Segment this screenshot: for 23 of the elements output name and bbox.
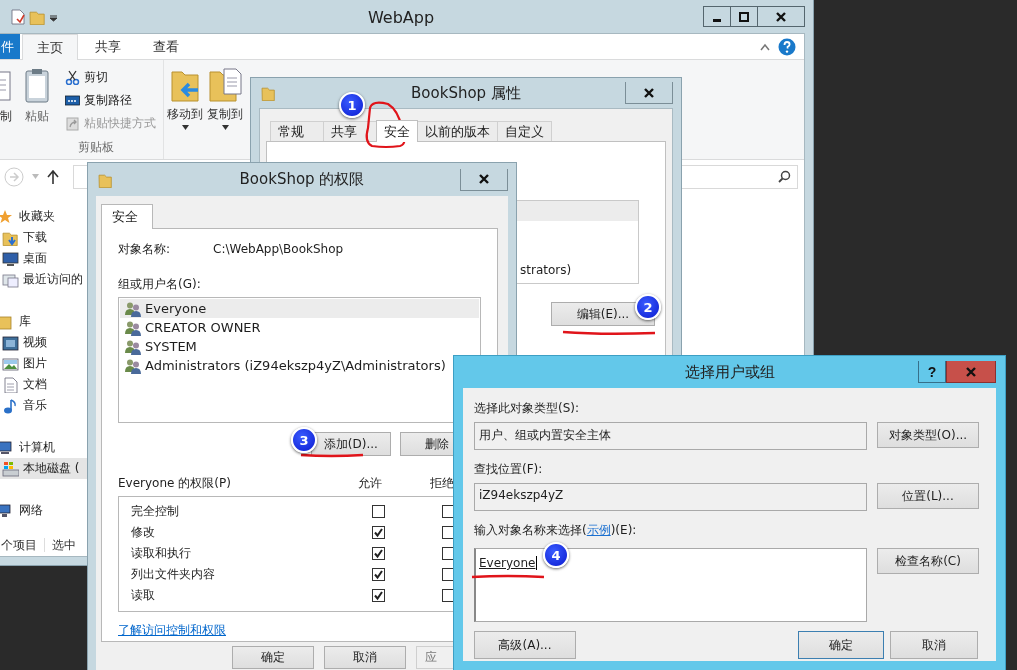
window-title: WebApp: [367, 7, 435, 27]
table-cell-text: 读取和执行: [131, 545, 192, 562]
field-label: 对象名称:: [118, 240, 172, 258]
location-field: iZ94ekszp4yZ: [474, 483, 867, 511]
window-title: BookShop 的权限: [239, 170, 365, 188]
selection-count: 选中: [52, 536, 76, 554]
group-label: 剪贴板: [77, 138, 114, 156]
window-title: BookShop 属性: [411, 83, 521, 102]
object-type-field: 用户、组或内置安全主体: [474, 422, 867, 450]
table-cell-text: 修改: [131, 524, 156, 541]
field-label: 组或用户名(G):: [118, 276, 202, 293]
field-label: 输入对象名称来选择(示例)(E):: [474, 520, 638, 540]
table-cell-text: 列出文件夹内容: [131, 566, 216, 583]
field-label: 查找位置(F):: [474, 460, 544, 478]
window-title: 选择用户或组: [684, 362, 775, 381]
object-name-value: C:\WebApp\BookShop: [213, 242, 344, 256]
table-cell-text: 完全控制: [131, 503, 180, 520]
copy-button-label: 制: [0, 108, 12, 125]
item-count: 个项目: [1, 536, 37, 554]
field-label: Everyone 的权限(P): [118, 475, 232, 492]
column-header: 允许: [358, 475, 383, 492]
table-cell-text: 读取: [131, 587, 156, 604]
field-label: 选择此对象类型(S):: [474, 399, 581, 417]
